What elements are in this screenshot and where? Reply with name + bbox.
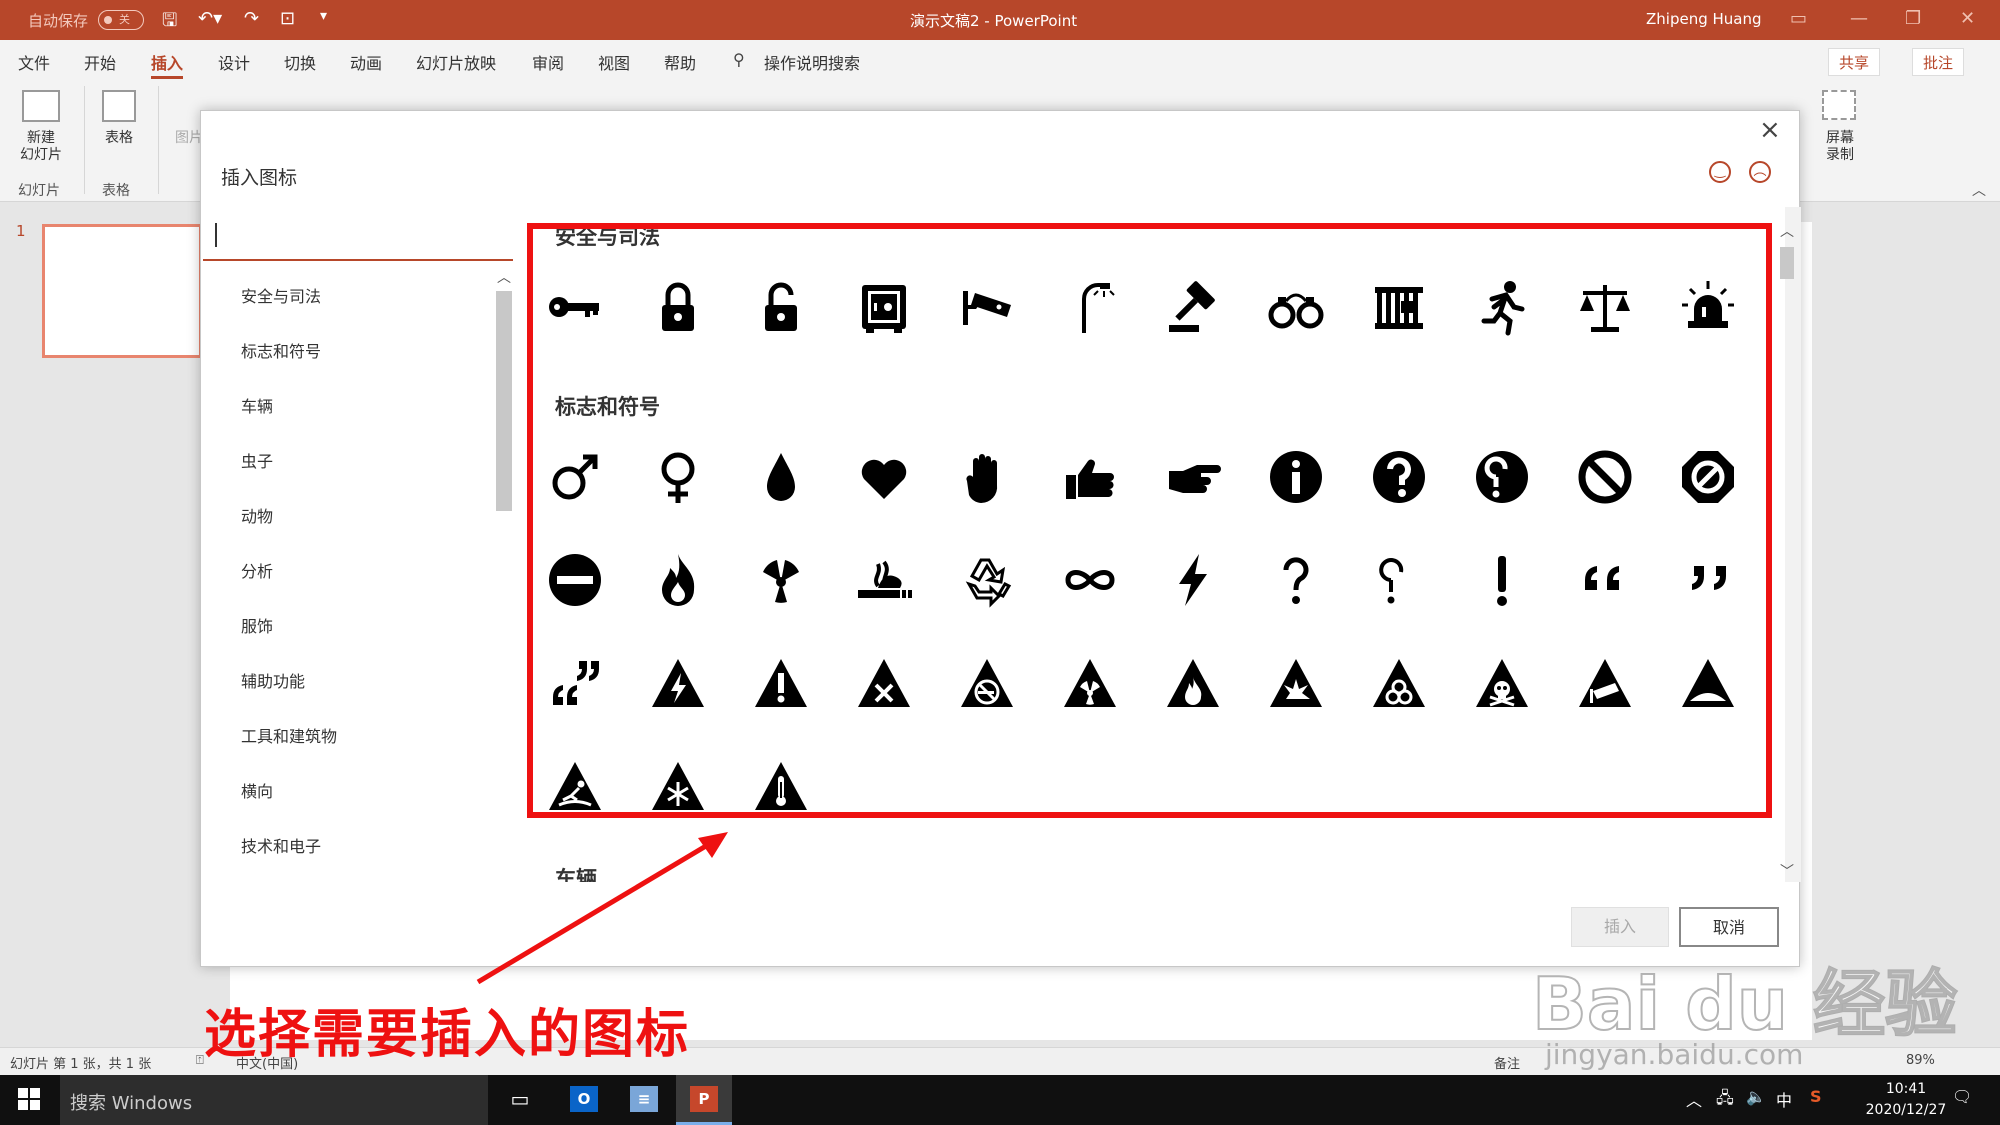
clock-time: 10:41: [1885, 1081, 1927, 1097]
smile-feedback-icon[interactable]: ‿: [1709, 161, 1731, 183]
watermark-logo: Bai du 经验: [1531, 961, 1958, 1047]
tab-view[interactable]: 视图: [598, 50, 630, 74]
taskbar-search[interactable]: 搜索 Windows: [60, 1075, 488, 1125]
autosave-toggle[interactable]: 关: [98, 10, 144, 30]
category-item[interactable]: 服饰: [241, 613, 273, 637]
powerpoint-app-icon[interactable]: P: [676, 1075, 732, 1125]
share-button[interactable]: 共享: [1828, 48, 1881, 76]
slide-count: 幻灯片 第 1 张，共 1 张: [10, 1057, 152, 1072]
window-title: 演示文稿2 - PowerPoint: [910, 12, 1078, 30]
watermark-url: jingyan.baidu.com: [1545, 1038, 1804, 1071]
tab-design[interactable]: 设计: [218, 50, 250, 74]
category-item[interactable]: 动物: [241, 503, 273, 527]
ribbon-tabs: 文件 开始 插入 设计 切换 动画 幻灯片放映 审阅 视图 帮助 操作说明搜索: [0, 40, 2000, 80]
tab-insert[interactable]: 插入: [151, 50, 184, 79]
tab-review[interactable]: 审阅: [532, 50, 564, 74]
network-icon[interactable]: 🖧: [1716, 1087, 1734, 1114]
scrollbar-thumb[interactable]: [1780, 247, 1794, 279]
user-name[interactable]: Zhipeng Huang: [1646, 10, 1762, 28]
category-item[interactable]: 技术和电子: [241, 833, 321, 857]
category-list: 安全与司法 标志和符号 车辆 虫子 动物 分析 服饰 辅助功能 工具和建筑物 横…: [201, 261, 491, 966]
ribbon-display-icon[interactable]: ▭: [1790, 8, 1807, 29]
minimize-icon[interactable]: —: [1850, 8, 1868, 29]
notepad-app-icon[interactable]: ≡: [616, 1075, 672, 1125]
outlook-app-icon[interactable]: O: [556, 1075, 612, 1125]
group-table-label: 表格: [102, 183, 130, 199]
insert-button[interactable]: 插入: [1571, 907, 1669, 947]
action-center-icon[interactable]: 🗨: [1952, 1087, 1972, 1106]
tray-chevron-icon[interactable]: ︿: [1686, 1087, 1702, 1111]
collapse-ribbon-icon[interactable]: ︿: [1972, 180, 1986, 200]
tab-help[interactable]: 帮助: [664, 50, 696, 74]
windows-start-icon[interactable]: [18, 1088, 40, 1110]
volume-icon[interactable]: 🔈: [1746, 1087, 1766, 1106]
group-slides-label: 幻灯片: [18, 183, 60, 199]
tab-home[interactable]: 开始: [84, 50, 116, 74]
autosave-label: 自动保存: [28, 12, 89, 30]
screen-record-button[interactable]: 屏幕 录制: [1812, 130, 1868, 164]
task-view-icon[interactable]: ▭: [492, 1075, 548, 1125]
search-icon: ⚲: [733, 50, 745, 69]
windows-taskbar: 搜索 Windows ▭ O ≡ P ︿ 🖧 🔈 中 S 10:41 2020/…: [0, 1075, 2000, 1125]
slide-number: 1: [16, 222, 26, 240]
window-close-icon[interactable]: ✕: [1960, 8, 1975, 29]
accessibility-icon[interactable]: ⍐: [196, 1053, 204, 1068]
sogou-ime-icon[interactable]: S: [1810, 1087, 1822, 1106]
frown-feedback-icon[interactable]: ︵: [1749, 161, 1771, 183]
scroll-up-icon[interactable]: ︿: [497, 267, 511, 287]
category-item[interactable]: 横向: [241, 778, 273, 802]
category-item[interactable]: 工具和建筑物: [241, 723, 337, 747]
customize-qat-icon[interactable]: ▾: [320, 8, 327, 24]
undo-icon[interactable]: ↶▾: [198, 8, 222, 29]
clock-date: 2020/12/27: [1865, 1102, 1947, 1118]
annotation-text: 选择需要插入的图标: [204, 1005, 691, 1065]
slide-thumbnail[interactable]: [42, 224, 202, 358]
scrollbar-thumb[interactable]: [496, 291, 512, 511]
notes-button[interactable]: 备注: [1494, 1053, 1520, 1072]
section-heading-partial: 车辆: [555, 867, 597, 882]
dialog-title: 插入图标: [221, 167, 298, 189]
highlight-box: [527, 223, 1772, 818]
screen-record-icon[interactable]: [1822, 90, 1856, 120]
tab-slideshow[interactable]: 幻灯片放映: [416, 50, 496, 74]
table-button[interactable]: 表格: [90, 130, 148, 147]
category-item[interactable]: 车辆: [241, 393, 273, 417]
tell-me-search[interactable]: 操作说明搜索: [764, 50, 860, 74]
close-icon[interactable]: ×: [1759, 115, 1781, 145]
save-icon[interactable]: 🖫: [162, 8, 177, 38]
table-icon[interactable]: [102, 90, 136, 122]
tab-file[interactable]: 文件: [18, 50, 50, 74]
redo-icon[interactable]: ↷: [244, 8, 259, 29]
new-slide-icon[interactable]: [22, 90, 60, 122]
text-caret: [215, 223, 217, 247]
icon-search-input[interactable]: [203, 207, 513, 261]
new-slide-button[interactable]: 新建 幻灯片: [6, 130, 76, 164]
scroll-down-icon[interactable]: ﹀: [1780, 861, 1794, 881]
comments-button[interactable]: 批注: [1912, 48, 1965, 76]
ribbon-separator: [158, 86, 159, 194]
scroll-up-icon[interactable]: ︿: [1780, 221, 1794, 241]
category-item[interactable]: 标志和符号: [241, 338, 321, 362]
category-item[interactable]: 分析: [241, 558, 273, 582]
tab-transitions[interactable]: 切换: [284, 50, 316, 74]
ime-indicator[interactable]: 中: [1776, 1087, 1792, 1111]
ribbon-separator: [84, 86, 85, 194]
category-item[interactable]: 虫子: [241, 448, 273, 472]
restore-icon[interactable]: ❐: [1905, 8, 1921, 29]
zoom-percent[interactable]: 89%: [1906, 1053, 1935, 1068]
category-item[interactable]: 安全与司法: [241, 283, 321, 307]
tab-animations[interactable]: 动画: [350, 50, 382, 74]
present-icon[interactable]: ⊡: [280, 8, 295, 29]
category-item[interactable]: 辅助功能: [241, 668, 305, 692]
taskbar-clock[interactable]: 10:41 2020/12/27: [1856, 1079, 1956, 1121]
icon-scrollbar[interactable]: ︿ ﹀: [1775, 221, 1799, 881]
title-bar: 自动保存 关 🖫 ↶▾ ↷ ⊡ ▾ 演示文稿2 - PowerPoint Zhi…: [0, 0, 2000, 40]
cancel-button[interactable]: 取消: [1679, 907, 1779, 947]
category-scrollbar[interactable]: ︿ ﹀: [493, 261, 515, 966]
